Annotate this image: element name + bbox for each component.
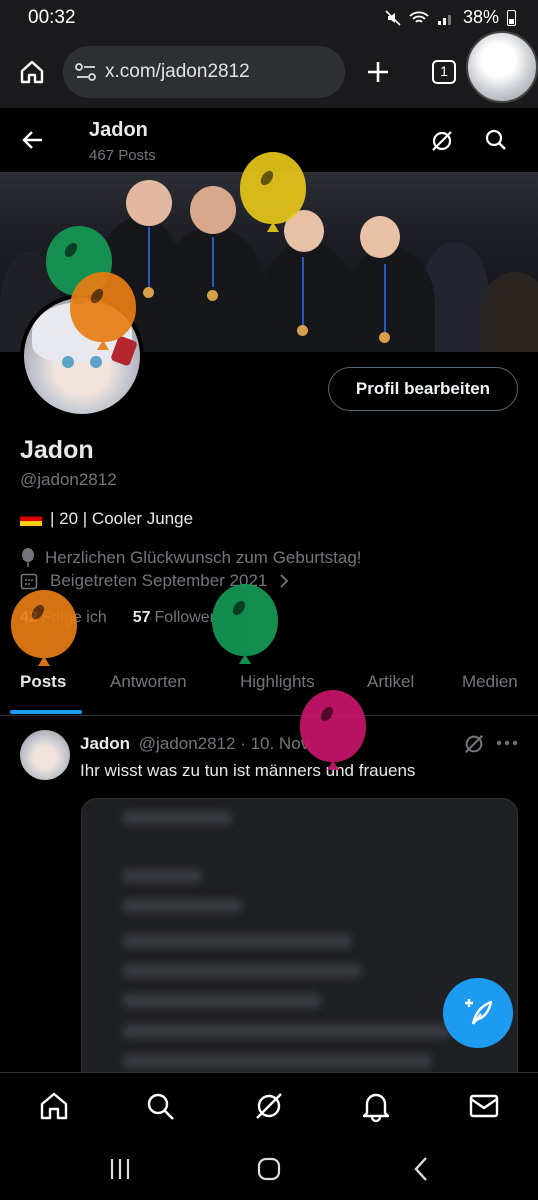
feather-plus-icon <box>465 998 493 1025</box>
nav-grok[interactable] <box>251 1089 287 1125</box>
status-icons: 38% <box>385 7 516 28</box>
new-tab-icon[interactable] <box>366 60 390 84</box>
browser-toolbar: x.com/jadon2812 1 <box>0 31 538 108</box>
wifi-icon <box>409 11 429 23</box>
home-circle-icon <box>257 1157 281 1181</box>
chevron-right-icon <box>280 574 289 588</box>
team-member-head <box>360 216 400 258</box>
birthday-line: Herzlichen Glückwunsch zum Geburtstag! <box>20 548 362 568</box>
battery-percent: 38% <box>462 7 499 27</box>
status-bar: 00:32 38% <box>0 0 538 36</box>
home-system-button[interactable] <box>251 1154 287 1184</box>
nav-notifications[interactable] <box>358 1089 394 1125</box>
tab-media[interactable]: Medien <box>462 672 518 692</box>
nav-home[interactable] <box>36 1089 72 1125</box>
grok-icon <box>256 1093 282 1119</box>
balloon-icon <box>22 548 34 567</box>
url-text: x.com/jadon2812 <box>105 61 250 82</box>
avatar-eye <box>90 356 102 368</box>
balloon-orange <box>70 272 136 342</box>
recent-apps-button[interactable] <box>102 1154 138 1184</box>
tab-replies[interactable]: Antworten <box>110 672 187 692</box>
address-bar[interactable]: x.com/jadon2812 <box>63 46 345 98</box>
post-media-blurred[interactable] <box>81 798 518 1088</box>
nav-explore[interactable] <box>142 1089 178 1125</box>
active-tab-indicator <box>10 710 82 714</box>
avatar-eye <box>62 356 74 368</box>
header-name: Jadon <box>89 119 148 141</box>
followers-label: Follower <box>154 609 215 626</box>
tab-articles[interactable]: Artikel <box>367 672 414 692</box>
post-header: Jadon @jadon2812 · 10. Nov. <box>80 734 313 754</box>
grok-icon[interactable] <box>430 129 454 153</box>
search-icon <box>147 1093 174 1120</box>
balloon-yellow <box>240 152 306 224</box>
more-options-icon[interactable] <box>496 738 518 748</box>
profile-display-name: Jadon <box>20 436 94 464</box>
tab-posts[interactable]: Posts <box>20 672 66 692</box>
chevron-left-icon <box>414 1157 427 1181</box>
nav-messages[interactable] <box>466 1089 502 1125</box>
team-member-head <box>190 186 236 234</box>
calendar-icon <box>20 573 38 590</box>
arrow-left-icon[interactable] <box>22 129 44 151</box>
team-member <box>262 242 354 352</box>
compose-button[interactable] <box>443 978 513 1048</box>
germany-flag-icon <box>20 512 42 526</box>
medal <box>379 332 390 343</box>
site-settings-icon[interactable] <box>75 62 97 82</box>
header-posts-count: 467 Posts <box>89 147 156 164</box>
balloon-magenta <box>300 690 366 762</box>
signal-icon <box>437 14 451 25</box>
battery-icon <box>507 9 516 26</box>
bio-text: | 20 | Cooler Junge <box>50 509 194 528</box>
home-icon <box>40 1092 68 1120</box>
profile-bio: | 20 | Cooler Junge <box>20 509 193 529</box>
home-icon[interactable] <box>18 58 46 86</box>
balloon-green <box>212 584 278 656</box>
tab-highlights[interactable]: Highlights <box>240 672 315 692</box>
medal-ribbon <box>384 264 386 334</box>
team-member <box>345 247 435 352</box>
medal <box>297 325 308 336</box>
medal <box>143 287 154 298</box>
mail-icon <box>469 1094 499 1118</box>
followers-count: 57 <box>132 609 151 626</box>
recent-apps-icon <box>110 1159 130 1179</box>
followers-link[interactable]: 57 Follower <box>133 609 215 627</box>
team-member-head <box>126 180 172 226</box>
medal <box>207 290 218 301</box>
system-navigation-bar <box>0 1138 538 1200</box>
profile-tabs: Posts Antworten Highlights Artikel Medie… <box>0 660 538 716</box>
post-author[interactable]: Jadon <box>80 734 130 753</box>
post-meta: @jadon2812 · 10. Nov. <box>138 734 313 753</box>
medal-ribbon <box>148 227 150 287</box>
bottom-navigation <box>0 1072 538 1138</box>
bell-icon <box>362 1093 390 1123</box>
profile-handle: @jadon2812 <box>20 470 117 489</box>
search-icon[interactable] <box>485 129 507 151</box>
medal-ribbon <box>212 237 214 287</box>
crowd-person <box>480 272 538 352</box>
edit-profile-button[interactable]: Profil bearbeiten <box>328 367 518 411</box>
mute-icon <box>385 9 401 26</box>
post-text: Ihr wisst was zu tun ist männers und fra… <box>80 761 416 780</box>
browser-profile-avatar[interactable] <box>466 31 538 103</box>
balloon-orange <box>11 590 77 658</box>
back-system-button[interactable] <box>404 1154 440 1184</box>
tab-switcher[interactable]: 1 <box>432 60 456 84</box>
medal-ribbon <box>302 257 304 327</box>
grok-icon[interactable] <box>463 733 485 755</box>
post-avatar[interactable] <box>20 730 70 780</box>
status-time: 00:32 <box>28 7 76 28</box>
birthday-text: Herzlichen Glückwunsch zum Geburtstag! <box>45 548 362 567</box>
